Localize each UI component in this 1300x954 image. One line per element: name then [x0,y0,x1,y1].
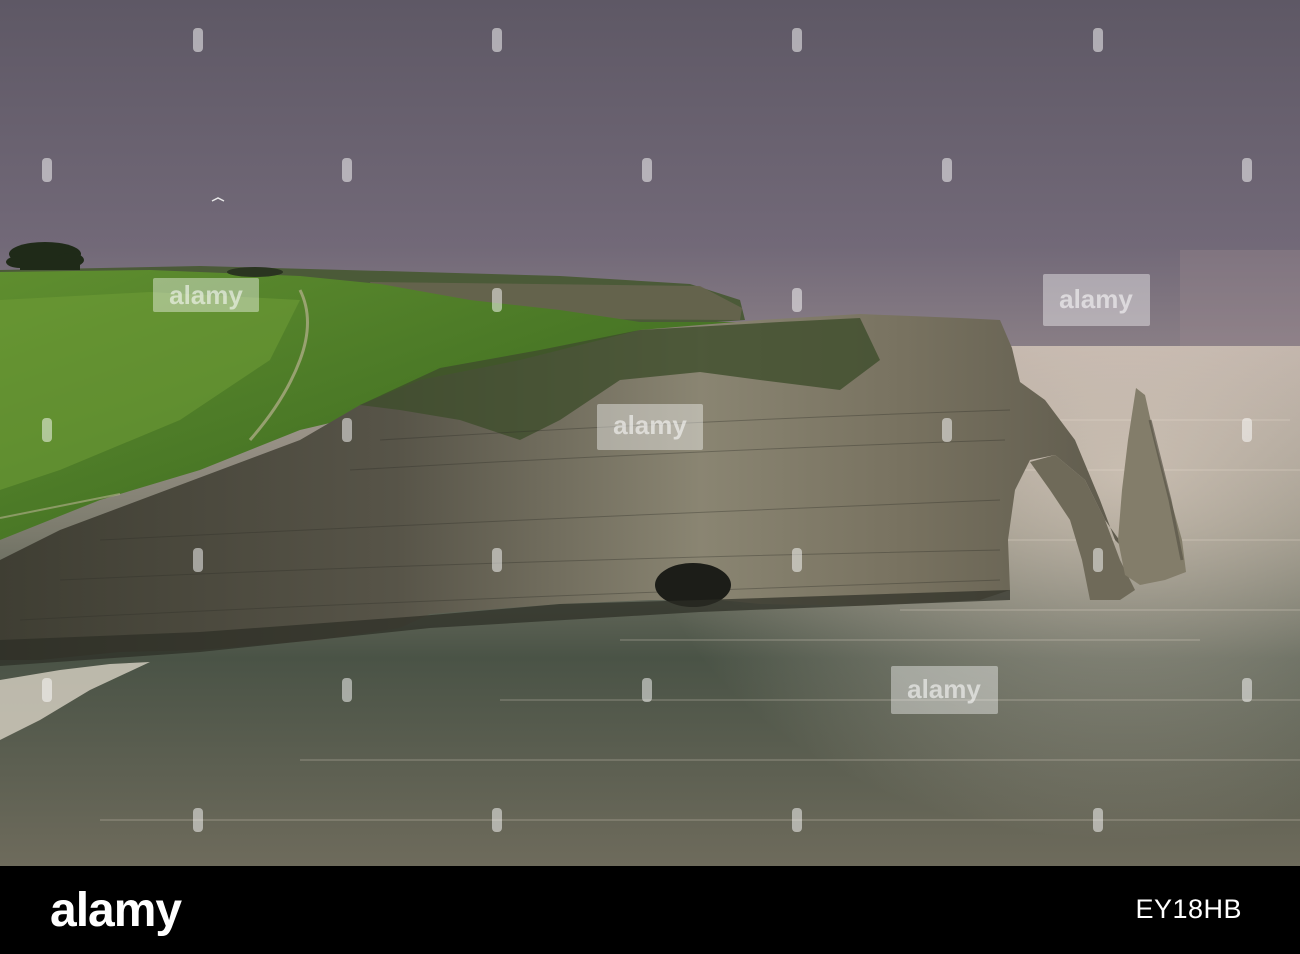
tree-cluster [6,242,84,270]
alamy-logo: alamy [50,884,182,937]
watermark-logo: alamy [907,674,981,704]
image-id-label: EY18HB [1135,894,1242,924]
stock-photo: alamy alamy alamy alamy [0,0,1300,866]
watermark-logo: alamy [1059,284,1133,314]
footer-bar: alamy EY18HB [0,866,1300,954]
watermark-logo: alamy [169,280,243,310]
watermark-logo: alamy [613,410,687,440]
